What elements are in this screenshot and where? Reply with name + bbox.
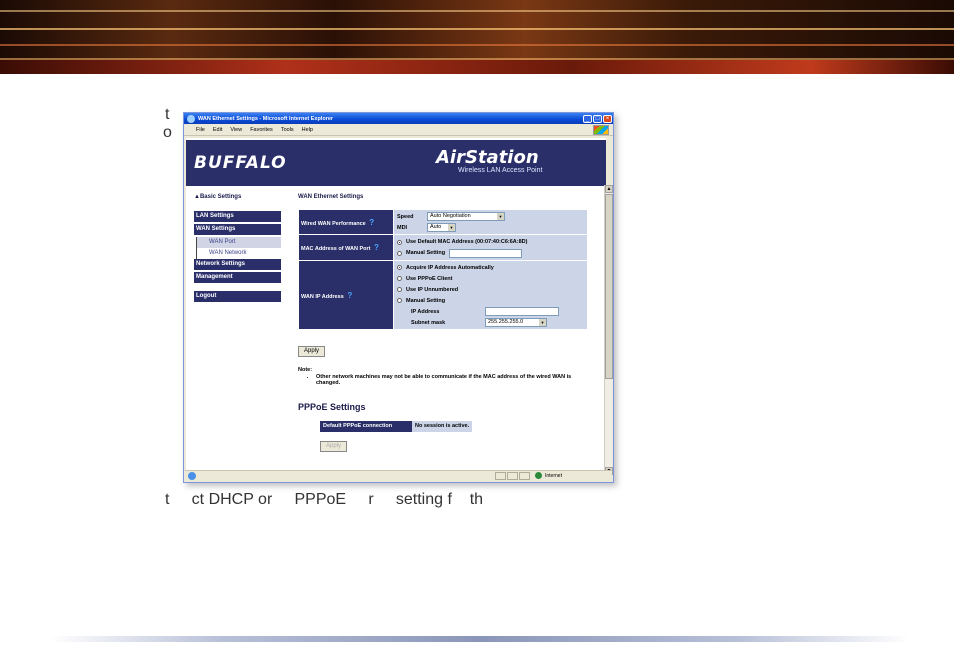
browser-window: WAN Ethernet Settings - Microsoft Intern…: [183, 112, 614, 483]
ip-auto-label: Acquire IP Address Automatically: [406, 264, 494, 271]
ip-label-cell: WAN IP Address ?: [298, 260, 394, 330]
perf-label-cell: Wired WAN Performance ?: [298, 209, 394, 235]
help-icon[interactable]: ?: [347, 291, 352, 300]
menu-bar: File Edit View Favorites Tools Help: [184, 124, 613, 136]
main-panel: WAN Ethernet Settings Wired WAN Performa…: [298, 194, 593, 452]
pppoe-status: No session is active.: [412, 421, 473, 432]
sidebar-item-management[interactable]: Management: [194, 272, 281, 283]
page-content: BUFFALO AirStation Wireless LAN Access P…: [186, 138, 606, 474]
sidebar-item-logout[interactable]: Logout: [194, 291, 281, 302]
page-status-icon: [188, 472, 196, 480]
menu-file[interactable]: File: [196, 127, 205, 133]
mac-label-cell: MAC Address of WAN Port ?: [298, 234, 394, 261]
sidebar-basic-settings[interactable]: ▲Basic Settings: [194, 194, 281, 200]
mdi-label: MDI: [397, 224, 408, 231]
window-title: WAN Ethernet Settings - Microsoft Intern…: [198, 115, 334, 122]
mac-manual-label: Manual Setting: [406, 250, 446, 256]
slide-text-fragment: t: [165, 106, 170, 123]
help-icon[interactable]: ?: [374, 243, 379, 252]
menu-view[interactable]: View: [230, 127, 242, 133]
mac-default-label: Use Default MAC Address (00:07:40:C6:6A:…: [406, 239, 528, 245]
subnet-label: Subnet mask: [411, 319, 446, 326]
vertical-scrollbar[interactable]: ▲ ▼: [604, 185, 613, 475]
zone-label: Internet: [545, 472, 562, 479]
airstation-logo: AirStation: [436, 147, 539, 168]
ip-address-input[interactable]: [485, 307, 559, 316]
buffalo-logo: BUFFALO: [194, 153, 287, 173]
scroll-up-icon[interactable]: ▲: [605, 185, 613, 193]
title-bar: WAN Ethernet Settings - Microsoft Intern…: [184, 113, 613, 124]
scroll-thumb[interactable]: [605, 194, 613, 379]
close-button[interactable]: ×: [603, 114, 612, 123]
ip-pppoe-radio[interactable]: [397, 276, 402, 281]
ip-manual-radio[interactable]: [397, 298, 402, 303]
speed-label: Speed: [397, 213, 414, 220]
subnet-select[interactable]: 255.255.255.0: [485, 318, 547, 327]
note-item: Other network machines may not be able t…: [316, 374, 593, 386]
ip-pppoe-label: Use PPPoE Client: [406, 275, 453, 282]
sidebar-item-lan[interactable]: LAN Settings: [194, 211, 281, 222]
note-title: Note:: [298, 367, 313, 373]
perf-value-cell: Speed Auto Negotiation MDI Auto: [393, 209, 588, 235]
maximize-button[interactable]: □: [593, 114, 602, 123]
ip-manual-label: Manual Setting: [406, 297, 446, 304]
mac-default-radio[interactable]: [397, 239, 402, 245]
airstation-header: BUFFALO AirStation Wireless LAN Access P…: [186, 140, 606, 186]
slide: t o t ct DHCP or PPPoE r setting f th WA…: [0, 0, 954, 660]
speed-select[interactable]: Auto Negotiation: [427, 212, 505, 221]
ip-unnumbered-label: Use IP Unnumbered: [406, 286, 459, 293]
minimize-button[interactable]: _: [583, 114, 592, 123]
apply-button[interactable]: Apply: [298, 346, 326, 357]
ip-auto-radio[interactable]: [397, 265, 402, 270]
mac-value-cell: Use Default MAC Address (00:07:40:C6:6A:…: [393, 234, 588, 261]
mac-manual-radio[interactable]: [397, 250, 402, 256]
menu-help[interactable]: Help: [302, 127, 313, 133]
slide-bullet-text: t ct DHCP or PPPoE r setting f th: [165, 491, 484, 508]
sidebar-item-network[interactable]: Network Settings: [194, 259, 281, 270]
mac-manual-input[interactable]: [449, 248, 523, 258]
sidebar-item-wan-port[interactable]: WAN Port: [196, 237, 281, 248]
sidebar: ▲Basic Settings LAN Settings WAN Setting…: [194, 194, 281, 304]
perf-label: Wired WAN Performance: [301, 220, 366, 227]
help-icon[interactable]: ?: [369, 218, 374, 227]
menu-favorites[interactable]: Favorites: [250, 127, 273, 133]
pppoe-row: Default PPPoE connection No session is a…: [320, 421, 593, 432]
settings-table: Wired WAN Performance ? Speed Auto Negot…: [298, 209, 588, 330]
menu-tools[interactable]: Tools: [281, 127, 294, 133]
slide-text-fragment: o: [163, 124, 172, 141]
pppoe-label: Default PPPoE connection: [320, 421, 412, 432]
status-cells: [495, 472, 531, 480]
ip-unnumbered-radio[interactable]: [397, 287, 402, 292]
ie-icon: [187, 114, 195, 123]
menu-edit[interactable]: Edit: [213, 127, 222, 133]
mac-label: MAC Address of WAN Port: [301, 246, 371, 252]
ip-address-label: IP Address: [411, 308, 440, 315]
security-zone: Internet: [535, 472, 562, 479]
pppoe-heading: PPPoE Settings: [298, 402, 366, 412]
mdi-select[interactable]: Auto: [427, 223, 456, 232]
note-section: Note: Other network machines may not be …: [298, 367, 593, 386]
decorative-divider: [50, 636, 910, 642]
product-subtitle: Wireless LAN Access Point: [458, 167, 543, 174]
decorative-banner: [0, 0, 954, 74]
page-title: WAN Ethernet Settings: [298, 194, 364, 200]
sidebar-item-wan[interactable]: WAN Settings: [194, 224, 281, 235]
pppoe-apply-button[interactable]: Apply: [320, 441, 348, 452]
ip-value-cell: Acquire IP Address Automatically Use PPP…: [393, 260, 588, 330]
status-bar: Internet: [185, 470, 612, 481]
globe-icon: [535, 472, 542, 479]
sidebar-item-wan-network[interactable]: WAN Network: [196, 248, 281, 259]
windows-logo-icon: [593, 125, 609, 135]
ip-label: WAN IP Address: [301, 293, 344, 300]
